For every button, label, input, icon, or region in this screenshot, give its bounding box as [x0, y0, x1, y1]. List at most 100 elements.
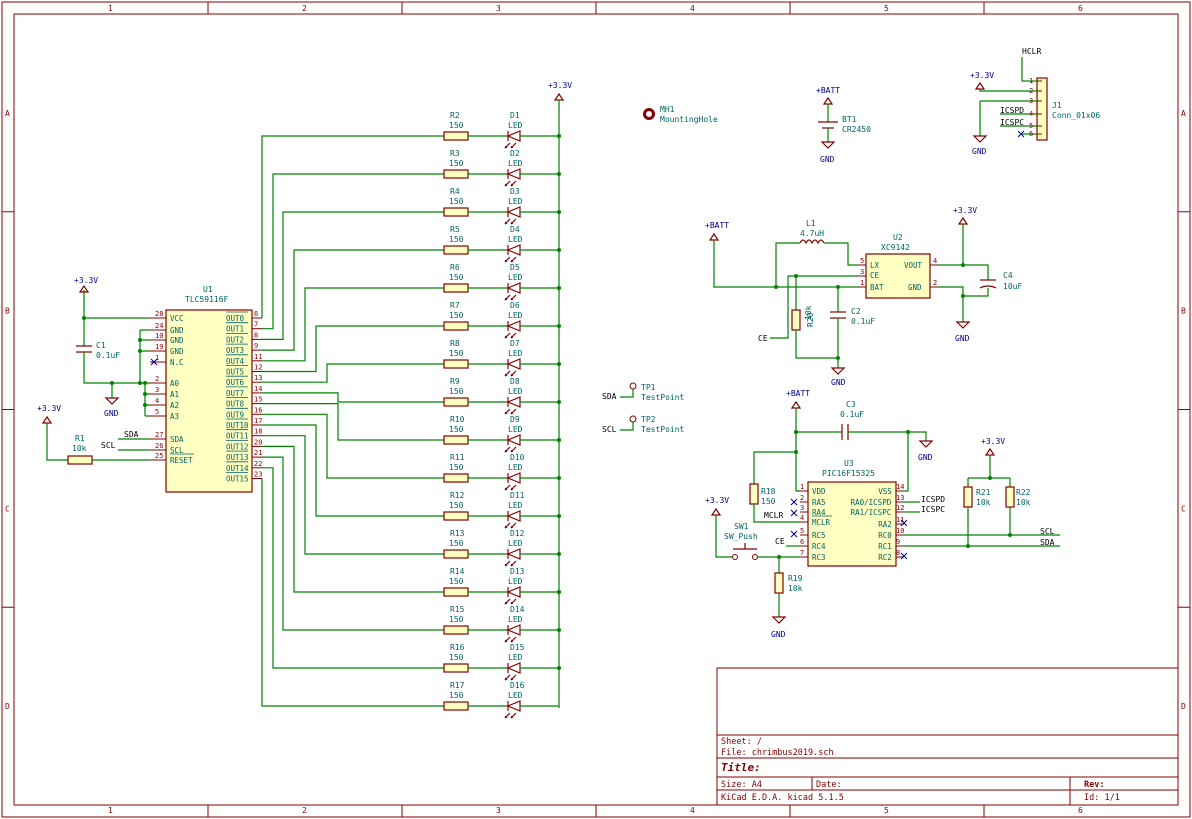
led-value: LED: [508, 197, 523, 206]
j1-pin-num: 6: [1029, 130, 1033, 138]
resistor[interactable]: [443, 283, 469, 293]
junction-dot: [557, 210, 561, 214]
led-ref: D7: [510, 339, 520, 348]
resistor[interactable]: [443, 625, 469, 635]
tb-id: Id: 1/1: [1084, 793, 1120, 803]
resistor[interactable]: [443, 359, 469, 369]
led-icon[interactable]: [506, 206, 521, 218]
resistor[interactable]: [443, 169, 469, 179]
r19-value: 10k: [788, 584, 803, 593]
u1-pin-num: 3: [155, 386, 159, 394]
resistor[interactable]: [443, 321, 469, 331]
u1-pin-num: 7: [254, 321, 258, 329]
resistor[interactable]: [443, 549, 469, 559]
net-sda-pic: SDA: [1040, 538, 1055, 547]
resistor[interactable]: [443, 397, 469, 407]
c2-value: 0.1uF: [851, 317, 875, 326]
resistor-value: 150: [449, 463, 464, 472]
u1-pin-name: OUT1: [226, 325, 244, 334]
led-icon[interactable]: [506, 700, 521, 712]
tp2-test-point[interactable]: SCL TP2 TestPoint: [602, 415, 685, 434]
led-icon[interactable]: [506, 662, 521, 674]
led-icon[interactable]: [506, 510, 521, 522]
resistor-ref: R16: [450, 643, 465, 652]
r22-value: 10k: [1016, 498, 1031, 507]
tb-size: Size: A4: [721, 780, 762, 790]
bt1-battery[interactable]: +BATT GND BT1 CR2450: [816, 86, 871, 164]
junction-dot: [557, 324, 561, 328]
resistor[interactable]: [443, 131, 469, 141]
resistor[interactable]: [443, 473, 469, 483]
frame-row-label: B: [5, 307, 10, 316]
u1-pin-num: 15: [254, 396, 262, 404]
u1-pin-num: 2: [155, 375, 159, 383]
led-emission-icon: [504, 446, 517, 453]
c1-ref: C1: [96, 341, 106, 350]
r1-value: 10k: [72, 444, 87, 453]
tb-rev: Rev:: [1084, 780, 1104, 790]
u1-ref: U1: [203, 285, 213, 294]
tp1-test-point[interactable]: SDA TP1 TestPoint: [602, 382, 685, 402]
led-icon[interactable]: [506, 130, 521, 142]
junction-dot: [557, 590, 561, 594]
net-ce-pic: CE: [775, 537, 785, 546]
resistor-value: 150: [449, 159, 464, 168]
led-ref: D2: [510, 149, 520, 158]
resistor-value: 150: [449, 387, 464, 396]
frame-col-label: 1: [108, 806, 113, 815]
junction-dot: [557, 438, 561, 442]
c4-ref: C4: [1003, 271, 1013, 280]
resistor-value: 150: [449, 197, 464, 206]
u2-ref: U2: [893, 233, 903, 242]
led-icon[interactable]: [506, 472, 521, 484]
led-ref: D1: [510, 111, 520, 120]
led-icon[interactable]: [506, 548, 521, 560]
mh1-ref: MH1: [660, 105, 675, 114]
led-icon[interactable]: [506, 358, 521, 370]
j1-connector[interactable]: HCLR +3.3V GND ICSPD ICSPC 123456 J1 Con…: [970, 47, 1100, 156]
resistor[interactable]: [443, 245, 469, 255]
u1-pin-num: 6: [254, 310, 258, 318]
gnd-bt1: GND: [820, 155, 835, 164]
led-ref: D16: [510, 681, 525, 690]
resistor[interactable]: [443, 207, 469, 217]
led-value: LED: [508, 577, 523, 586]
led-icon[interactable]: [506, 586, 521, 598]
u3-pic16f15325[interactable]: U3 PIC16F15325 1 VDD2 RA53 RA44 MCLR5 RC56 RC4…: [800, 459, 904, 567]
frame-col-label: 4: [690, 806, 695, 815]
mh1-mounting-hole[interactable]: MH1 MountingHole: [643, 105, 718, 124]
resistor[interactable]: [443, 511, 469, 521]
resistor[interactable]: [443, 587, 469, 597]
u1-pin-name: N.C: [170, 358, 184, 367]
resistor-value: 150: [449, 425, 464, 434]
led-icon[interactable]: [506, 168, 521, 180]
u1-pin-name: GND: [170, 326, 184, 335]
tp1-ref: TP1: [641, 383, 656, 392]
resistor-value: 150: [449, 615, 464, 624]
j1-pin-num: 3: [1029, 97, 1033, 105]
led-icon[interactable]: [506, 624, 521, 636]
led-value: LED: [508, 159, 523, 168]
resistor[interactable]: [443, 701, 469, 711]
net-ce-boost: CE: [758, 334, 768, 343]
led-icon[interactable]: [506, 434, 521, 446]
r18-value: 150: [761, 497, 776, 506]
led-icon[interactable]: [506, 396, 521, 408]
led-emission-icon: [504, 256, 517, 263]
led-icon[interactable]: [506, 320, 521, 332]
u1-tlc59116f[interactable]: U1 TLC59116F 28 VCC24 GND10 GND19 GND1 N.C2 A0…: [150, 285, 262, 493]
resistor[interactable]: [443, 663, 469, 673]
u1-pin-num: 22: [254, 460, 262, 468]
u1-pin-name: OUT4: [226, 357, 245, 366]
resistor[interactable]: [443, 435, 469, 445]
u1-pin-num: 19: [155, 343, 163, 351]
u1-pin-name: OUT2: [226, 335, 244, 344]
led-icon[interactable]: [506, 282, 521, 294]
bt1-value: CR2450: [842, 125, 871, 134]
led-ref: D8: [510, 377, 520, 386]
frame-row-label: C: [5, 504, 10, 513]
led-icon[interactable]: [506, 244, 521, 256]
u3-pin-name: RA0/ICSPD: [851, 498, 892, 507]
led-value: LED: [508, 691, 523, 700]
u1-pin-name: OUT12: [226, 442, 249, 451]
